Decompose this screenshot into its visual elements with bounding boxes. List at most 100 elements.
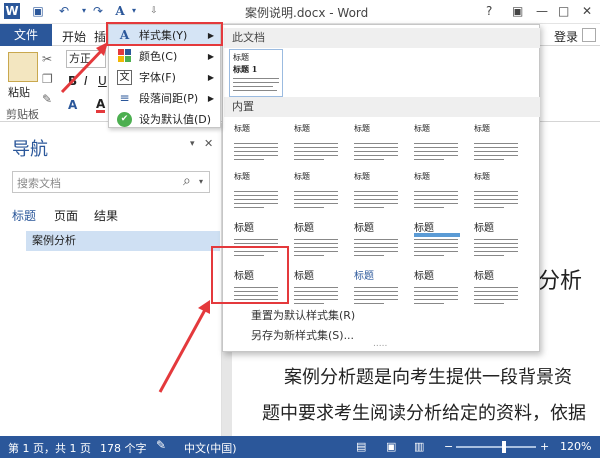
style-thumb[interactable]: 标题 (471, 169, 523, 213)
style-thumb[interactable]: 标题 (231, 121, 283, 165)
menu-item-paragraph-spacing[interactable]: ≡ 段落间距(P) ▶ (109, 88, 220, 109)
cut-icon[interactable]: ✂ (42, 52, 52, 66)
style-thumb[interactable]: 标题 (291, 121, 343, 165)
search-document-box[interactable]: 搜索文档 ⌕ ▾ (12, 171, 210, 193)
thumb-title: 标题 (294, 172, 310, 181)
thumb-title: 标题 (233, 53, 249, 62)
tab-insert[interactable]: 插 (94, 28, 106, 45)
read-mode-icon[interactable]: ▤ (356, 440, 366, 453)
style-thumb[interactable]: 标题 (471, 265, 523, 309)
underline-button[interactable]: U (98, 74, 107, 88)
zoom-level[interactable]: 120% (560, 440, 591, 453)
copy-icon[interactable]: ❐ (42, 72, 53, 86)
format-painter-icon[interactable]: ✎ (42, 92, 52, 106)
font-name-box[interactable]: 方正 (66, 50, 106, 68)
resize-grip[interactable]: ..... (373, 339, 387, 349)
style-thumb[interactable]: 标题 (351, 265, 403, 309)
menu-item-label: 设为默认值(D) (139, 113, 212, 126)
paste-button[interactable]: 粘贴 (8, 84, 30, 100)
navigation-title: 导航 (12, 139, 48, 160)
style-thumb[interactable]: 标题 (471, 217, 523, 261)
highlight-box-style-thumb (211, 246, 289, 304)
style-thumb-current[interactable]: 标题 标题 1 (229, 49, 283, 97)
thumb-title: 标题 (354, 124, 370, 133)
style-thumb[interactable]: 标题 (351, 121, 403, 165)
submenu-arrow-icon: ▶ (207, 94, 214, 103)
word-app-icon[interactable]: W (4, 3, 20, 19)
nav-heading-item[interactable]: 案例分析 (26, 231, 220, 251)
thumb-title: 标题 (474, 124, 490, 133)
tab-home[interactable]: 开始 (62, 28, 86, 45)
zoom-slider-thumb[interactable] (502, 441, 506, 453)
restore-button[interactable]: □ (558, 4, 569, 18)
web-layout-icon[interactable]: ▥ (414, 440, 424, 453)
tab-file[interactable]: 文件 (0, 24, 52, 46)
thumb-title: 标题 (294, 124, 310, 133)
thumb-title: 标题 (414, 172, 430, 181)
help-button[interactable]: ? (486, 4, 492, 18)
customize-qat-icon[interactable]: ⇩ (146, 3, 162, 19)
window-title: 案例说明.docx - Word (245, 6, 369, 20)
style-thumb[interactable]: 标题 (291, 265, 343, 309)
print-layout-icon[interactable]: ▣ (386, 440, 396, 453)
submenu-arrow-icon: ▶ (207, 52, 214, 61)
ribbon-options-icon[interactable]: ▣ (512, 4, 523, 18)
menu-item-colors[interactable]: 颜色(C) ▶ (109, 46, 220, 67)
redo-icon[interactable]: ↷ (90, 3, 106, 19)
word-count[interactable]: 178 个字 (100, 440, 147, 456)
reset-style-set-button[interactable]: 重置为默认样式集(R) (251, 307, 355, 323)
zoom-slider[interactable] (456, 441, 536, 453)
style-thumb[interactable]: 标题 (351, 217, 403, 261)
style-thumb[interactable]: 标题 (411, 217, 463, 261)
thumb-title: 标题 (294, 223, 314, 234)
clipboard-icon[interactable] (8, 52, 38, 82)
nav-tab-results[interactable]: 结果 (94, 207, 118, 224)
thumb-title: 标题 (354, 172, 370, 181)
thumb-title: 标题 (414, 124, 430, 133)
italic-button[interactable]: I (84, 74, 88, 88)
nav-tab-pages[interactable]: 页面 (54, 207, 78, 224)
style-thumb[interactable]: 标题 (411, 169, 463, 213)
nav-tab-headings[interactable]: 标题 (12, 207, 36, 224)
style-thumb[interactable]: 标题 (411, 265, 463, 309)
account-icon[interactable] (582, 28, 596, 42)
search-icon[interactable]: ⌕ (183, 173, 191, 189)
document-paragraph-line: 题中要求考生阅读分析给定的资料，依据 (262, 403, 586, 424)
bold-button[interactable]: B (68, 74, 77, 88)
thumb-title: 标题 (234, 223, 254, 234)
undo-icon[interactable]: ↶ (56, 3, 72, 19)
gallery-section-this-document: 此文档 (224, 28, 540, 48)
sign-in-link[interactable]: 登录 (554, 28, 578, 45)
nav-options-icon[interactable]: ▾ (190, 139, 195, 149)
menu-item-fonts[interactable]: 文 字体(F) ▶ (109, 67, 220, 88)
menu-item-label: 颜色(C) (139, 50, 178, 63)
nav-close-button[interactable]: ✕ (204, 137, 213, 150)
page-count[interactable]: 第 1 页，共 1 页 (8, 440, 91, 456)
style-thumb[interactable]: 标题 (291, 217, 343, 261)
close-button[interactable]: ✕ (582, 4, 592, 18)
design-dropdown-icon[interactable]: ▾ (126, 3, 142, 19)
text-effects-icon[interactable]: A (68, 98, 77, 112)
style-thumb[interactable]: 标题 (351, 169, 403, 213)
search-dropdown-icon[interactable]: ▾ (199, 177, 203, 186)
proofing-icon[interactable]: ✎ (156, 438, 166, 452)
style-thumb[interactable]: 标题 (411, 121, 463, 165)
style-thumb[interactable]: 标题 (291, 169, 343, 213)
search-input[interactable]: 搜索文档 (17, 175, 61, 191)
title-bar: W ▣ ↶ ▾ ↷ A ▾ ⇩ 案例说明.docx - Word ? ▣ — □… (0, 0, 600, 24)
thumb-title: 标题 (234, 124, 250, 133)
language-indicator[interactable]: 中文(中国) (184, 440, 237, 456)
zoom-in-button[interactable]: + (540, 440, 549, 453)
font-color-button[interactable]: A (96, 98, 106, 113)
save-icon[interactable]: ▣ (30, 3, 46, 19)
zoom-out-button[interactable]: − (444, 440, 453, 453)
thumb-title: 标题 (474, 223, 494, 234)
save-new-style-set-button[interactable]: 另存为新样式集(S)... (251, 327, 354, 343)
submenu-arrow-icon: ▶ (207, 73, 214, 82)
thumb-title: 标题 (414, 271, 434, 282)
menu-item-set-as-default[interactable]: ✔ 设为默认值(D) (109, 109, 220, 130)
style-thumb[interactable]: 标题 (471, 121, 523, 165)
thumb-title: 标题 (354, 223, 374, 234)
style-thumb[interactable]: 标题 (231, 169, 283, 213)
minimize-button[interactable]: — (536, 4, 548, 18)
